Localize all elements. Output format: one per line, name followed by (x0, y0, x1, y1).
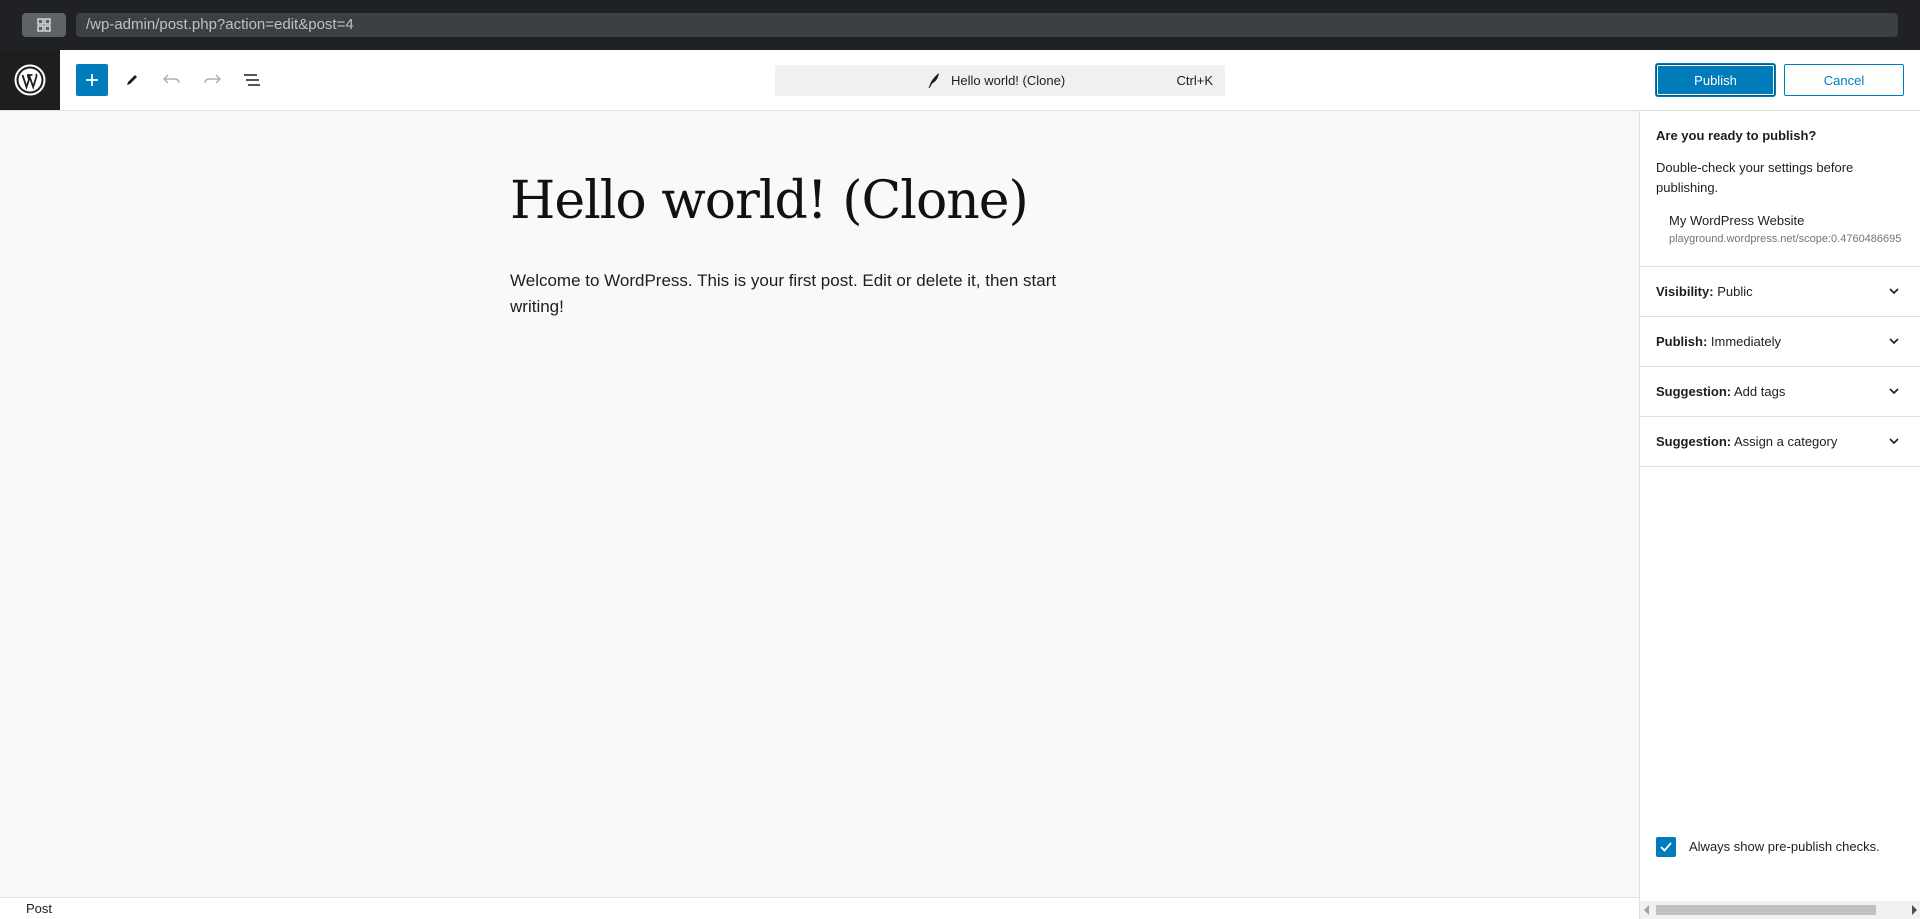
editor-header: Hello world! (Clone) Ctrl+K Publish Canc… (0, 50, 1920, 111)
scroll-right-arrow-icon[interactable] (1912, 905, 1917, 915)
panel-suggestion-tags[interactable]: Suggestion: Add tags (1640, 367, 1920, 417)
chevron-down-icon (1887, 434, 1901, 453)
ready-title: Are you ready to publish? (1656, 128, 1817, 143)
breadcrumb[interactable]: Post (26, 901, 52, 916)
panel-label: Visibility: Public (1656, 284, 1753, 299)
scroll-thumb[interactable] (1656, 905, 1876, 915)
panel-label: Publish: Immediately (1656, 334, 1781, 349)
apps-grid-icon[interactable] (22, 13, 66, 37)
undo-icon[interactable] (156, 64, 188, 96)
browser-bar: /wp-admin/post.php?action=edit&post=4 (0, 0, 1920, 50)
redo-icon[interactable] (196, 64, 228, 96)
post-paragraph[interactable]: Welcome to WordPress. This is your first… (510, 268, 1110, 320)
scroll-left-arrow-icon[interactable] (1644, 905, 1649, 915)
panel-label: Suggestion: Add tags (1656, 384, 1786, 399)
chevron-down-icon (1887, 384, 1901, 403)
wordpress-logo-icon[interactable] (0, 50, 60, 110)
cancel-button[interactable]: Cancel (1784, 64, 1904, 96)
panel-label: Suggestion: Assign a category (1656, 434, 1838, 449)
panel-visibility[interactable]: Visibility: Public (1640, 267, 1920, 317)
chevron-down-icon (1887, 284, 1901, 303)
post-feather-icon (927, 71, 941, 94)
chevron-down-icon (1887, 334, 1901, 353)
always-show-checkbox[interactable] (1656, 837, 1676, 857)
add-block-button[interactable] (76, 64, 108, 96)
ready-description: Double-check your settings before publis… (1656, 160, 1854, 195)
site-name: My WordPress Website (1669, 213, 1805, 228)
panel-publish-date[interactable]: Publish: Immediately (1640, 317, 1920, 367)
publish-button[interactable]: Publish (1656, 64, 1775, 96)
horizontal-scrollbar[interactable] (1640, 901, 1920, 919)
panel-suggestion-category[interactable]: Suggestion: Assign a category (1640, 417, 1920, 467)
list-view-icon[interactable] (236, 64, 268, 96)
editor-footer: Post (0, 897, 1640, 919)
document-title: Hello world! (Clone) (951, 73, 1066, 88)
pencil-icon[interactable] (116, 64, 148, 96)
editor-canvas: Hello world! (Clone) Welcome to WordPres… (0, 111, 1640, 897)
always-show-label[interactable]: Always show pre-publish checks. (1689, 839, 1880, 854)
site-url: playground.wordpress.net/scope:0.4760486… (1669, 233, 1902, 245)
post-title[interactable]: Hello world! (Clone) (510, 171, 1029, 231)
address-bar[interactable]: /wp-admin/post.php?action=edit&post=4 (76, 13, 1898, 37)
shortcut-hint: Ctrl+K (1176, 73, 1213, 88)
prepublish-sidebar: Are you ready to publish? Double-check y… (1639, 111, 1920, 919)
command-palette-bar[interactable]: Hello world! (Clone) Ctrl+K (775, 65, 1225, 96)
